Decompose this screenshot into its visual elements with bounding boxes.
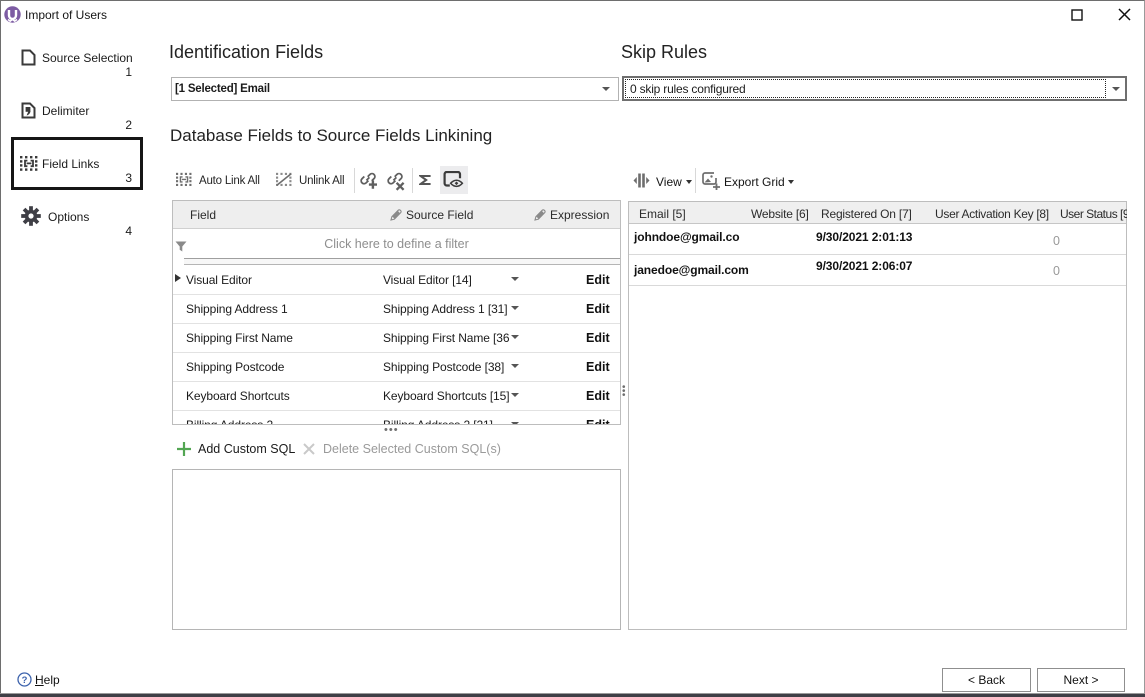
svg-text:?: ? xyxy=(22,675,28,686)
